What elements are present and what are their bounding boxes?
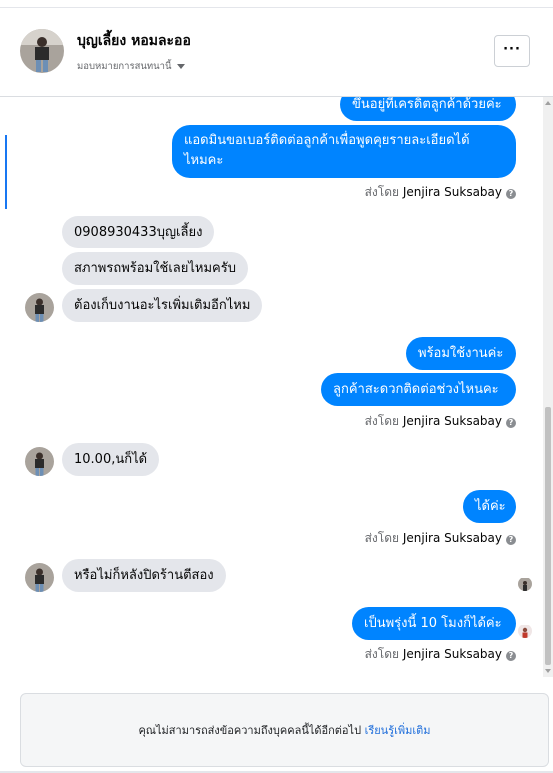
contact-avatar[interactable] (20, 29, 64, 73)
assign-conversation-dropdown[interactable]: มอบหมายการสนทนานี้ (77, 59, 185, 74)
message-thread: ขึ้นอยู่ที่เครดิตลูกค้าด้วยค่ะ แอดมินขอเ… (0, 97, 553, 677)
sent-by-label: ส่งโดย Jenjira Suksabay? (365, 183, 516, 202)
scroll-down-arrow-icon[interactable] (545, 669, 551, 673)
sender-avatar[interactable] (25, 563, 54, 592)
help-icon[interactable]: ? (506, 535, 516, 545)
message-bubble-outgoing: เป็นพรุ่งนี้ 10 โมงก็ได้ค่ะ (352, 607, 516, 640)
scroll-up-arrow-icon[interactable] (545, 101, 551, 105)
sender-avatar[interactable] (25, 447, 54, 476)
help-icon[interactable]: ? (506, 651, 516, 661)
message-bubble-incoming: ต้องเก็บงานอะไรเพิ่มเติมอีกไหม (62, 289, 263, 322)
sent-by-label: ส่งโดย Jenjira Suksabay? (365, 645, 516, 664)
learn-more-link[interactable]: เรียนรู้เพิ่มเติม (365, 724, 431, 737)
caret-down-icon (176, 64, 185, 69)
sent-by-label: ส่งโดย Jenjira Suksabay? (365, 412, 516, 431)
message-bubble-outgoing: แอดมินขอเบอร์ติดต่อลูกค้าเพื่อพูดคุยรายล… (172, 125, 516, 178)
contact-name[interactable]: บุญเลี้ยง หอมละออ (77, 30, 191, 52)
message-bubble-outgoing: ได้ค่ะ (463, 490, 516, 523)
conversation-header: บุญเลี้ยง หอมละออ มอบหมายการสนทนานี้ ··· (0, 8, 553, 97)
seen-avatar (518, 624, 532, 638)
scroll-thumb[interactable] (545, 407, 551, 665)
notice-text: คุณไม่สามารถส่งข้อความถึงบุคคลนี้ได้อีกต… (138, 724, 362, 737)
assign-label: มอบหมายการสนทนานี้ (77, 61, 172, 72)
message-bubble-outgoing: พร้อมใช้งานค่ะ (406, 337, 516, 370)
thread-scrollbar[interactable] (543, 97, 553, 677)
message-bubble-incoming: หรือไม่ก็หลังปิดร้านตีสอง (62, 559, 226, 592)
cannot-message-notice: คุณไม่สามารถส่งข้อความถึงบุคคลนี้ได้อีกต… (20, 693, 549, 767)
sent-by-label: ส่งโดย Jenjira Suksabay? (365, 529, 516, 548)
seen-avatar (518, 577, 532, 591)
message-bubble-outgoing: ขึ้นอยู่ที่เครดิตลูกค้าด้วยค่ะ (340, 97, 516, 121)
help-icon[interactable]: ? (506, 189, 516, 199)
help-icon[interactable]: ? (506, 418, 516, 428)
message-bubble-incoming: 10.00,นก็ได้ (62, 443, 160, 476)
message-bubble-incoming: 0908930433บุญเลี้ยง (62, 216, 215, 248)
message-bubble-incoming: สภาพรถพร้อมใช้เลยไหมครับ (62, 252, 248, 285)
sender-avatar[interactable] (25, 293, 54, 322)
message-bubble-outgoing: ลูกค้าสะดวกติดต่อช่วงไหนคะ (321, 373, 516, 406)
more-options-button[interactable]: ··· (494, 35, 530, 67)
